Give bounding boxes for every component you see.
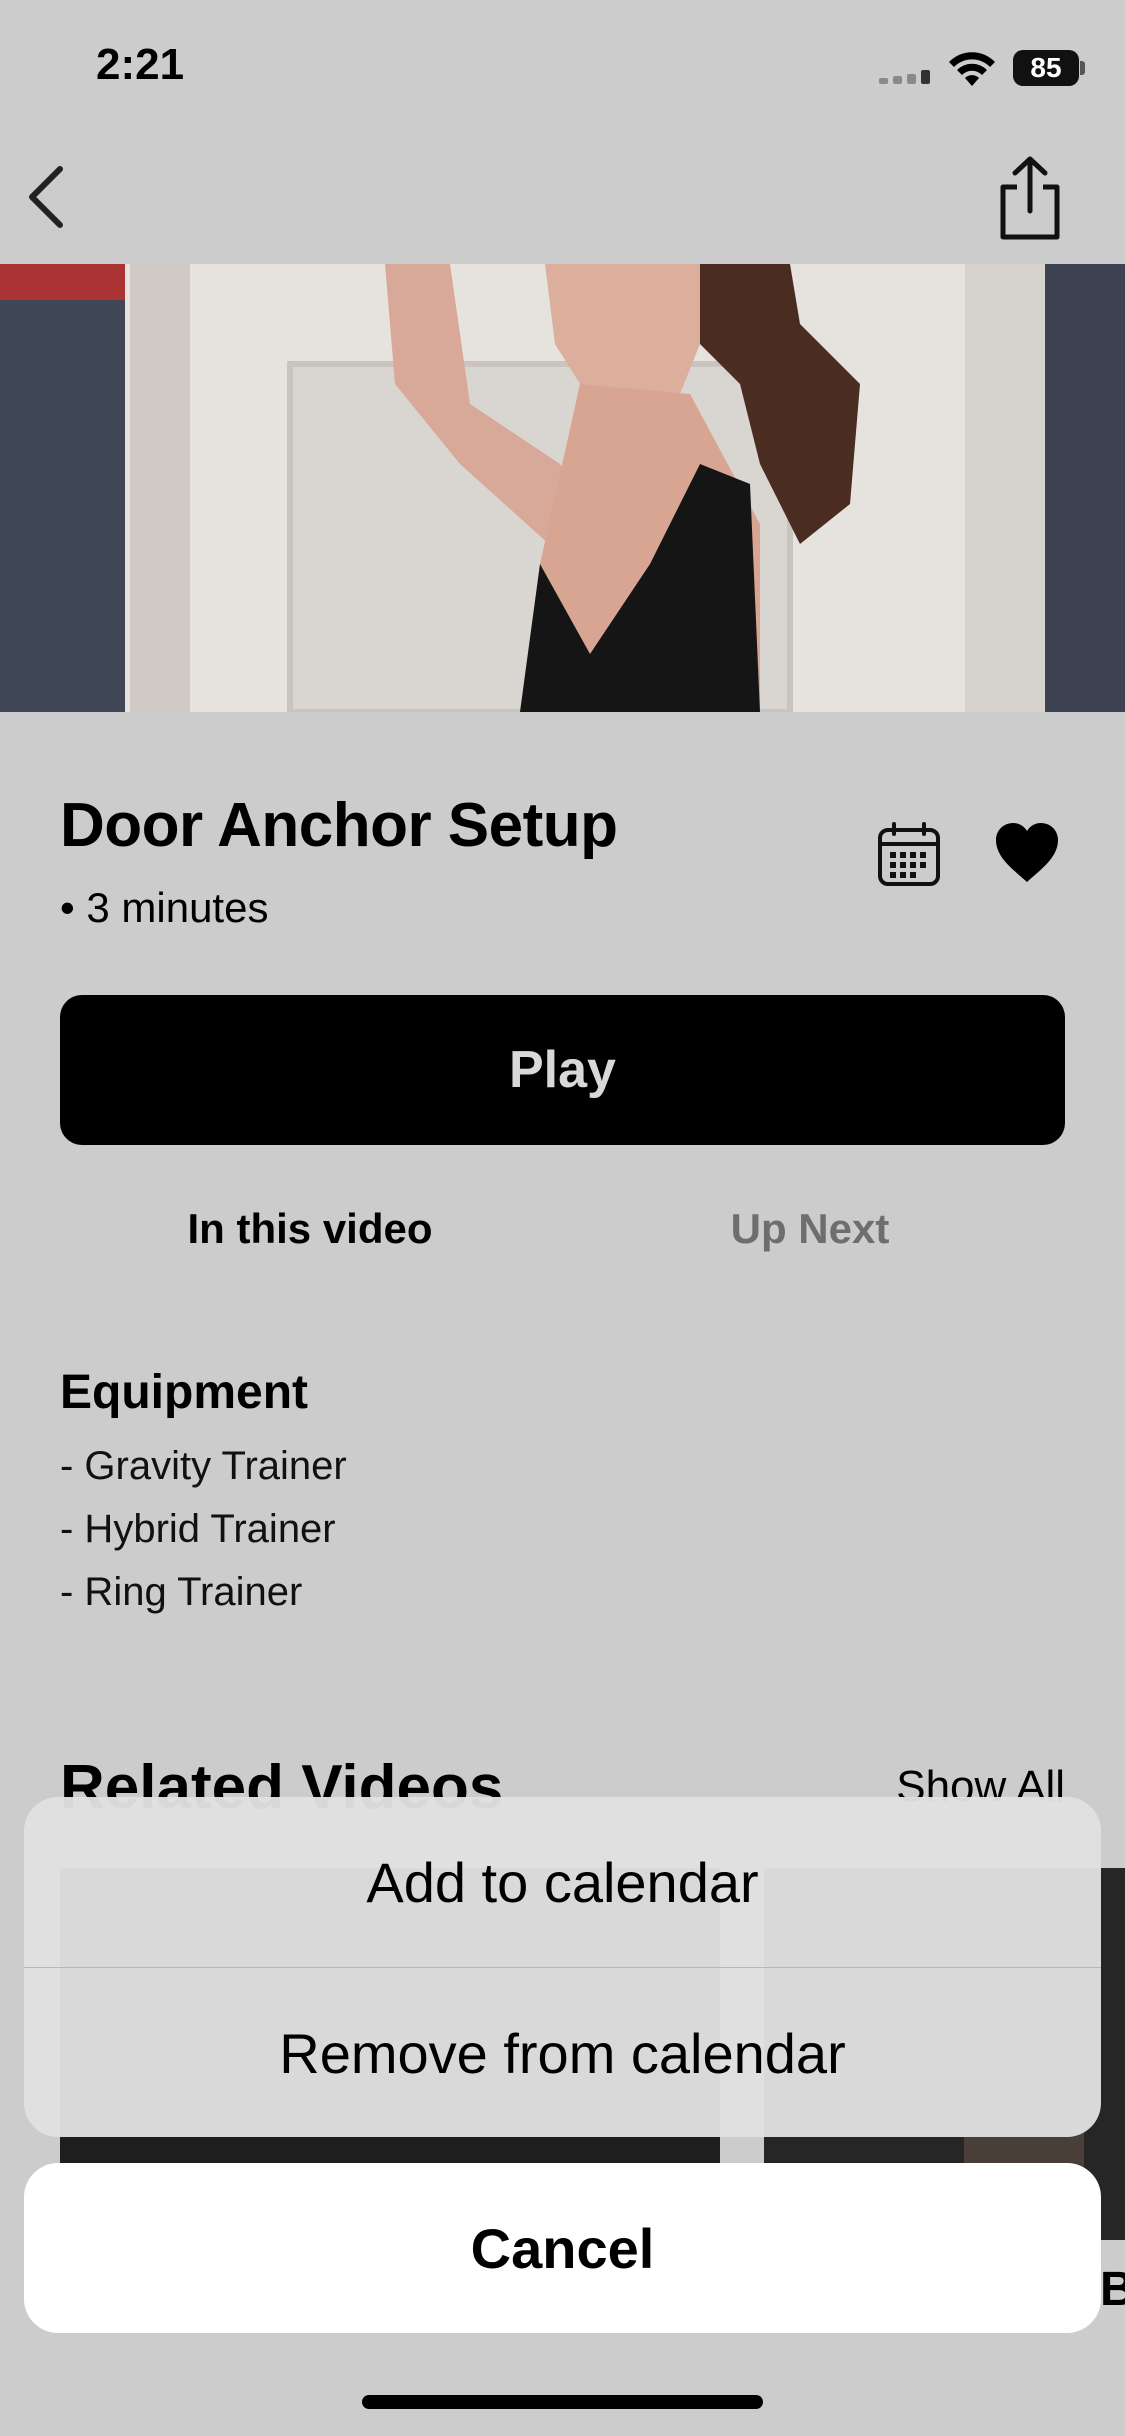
tab-up-next[interactable]: Up Next (560, 1205, 1060, 1253)
play-button[interactable]: Play (60, 995, 1065, 1145)
home-indicator[interactable] (362, 2395, 763, 2409)
heart-icon[interactable] (994, 822, 1060, 884)
video-duration: • 3 minutes (60, 884, 269, 931)
equipment-item: - Gravity Trainer (60, 1444, 347, 1488)
battery-icon: 85 (1013, 50, 1079, 86)
cancel-button[interactable]: Cancel (24, 2163, 1101, 2333)
calendar-icon[interactable] (876, 822, 942, 888)
remove-from-calendar-option[interactable]: Remove from calendar (24, 1968, 1101, 2137)
battery-cap (1080, 61, 1085, 75)
equipment-heading: Equipment (60, 1366, 308, 1419)
video-thumbnail[interactable] (0, 264, 1125, 712)
equipment-item: - Hybrid Trainer (60, 1507, 336, 1551)
related-video-caption: Bu (1100, 2263, 1125, 2316)
chevron-left-icon[interactable] (24, 165, 68, 229)
video-title: Door Anchor Setup (60, 791, 618, 860)
wifi-icon (949, 52, 995, 86)
equipment-item: - Ring Trainer (60, 1570, 303, 1614)
status-time: 2:21 (96, 40, 185, 89)
share-icon[interactable] (995, 155, 1065, 241)
action-sheet: Add to calendar Remove from calendar (24, 1797, 1101, 2137)
tab-in-this-video[interactable]: In this video (60, 1205, 560, 1253)
cellular-signal-icon (879, 70, 935, 84)
add-to-calendar-option[interactable]: Add to calendar (24, 1797, 1101, 1967)
